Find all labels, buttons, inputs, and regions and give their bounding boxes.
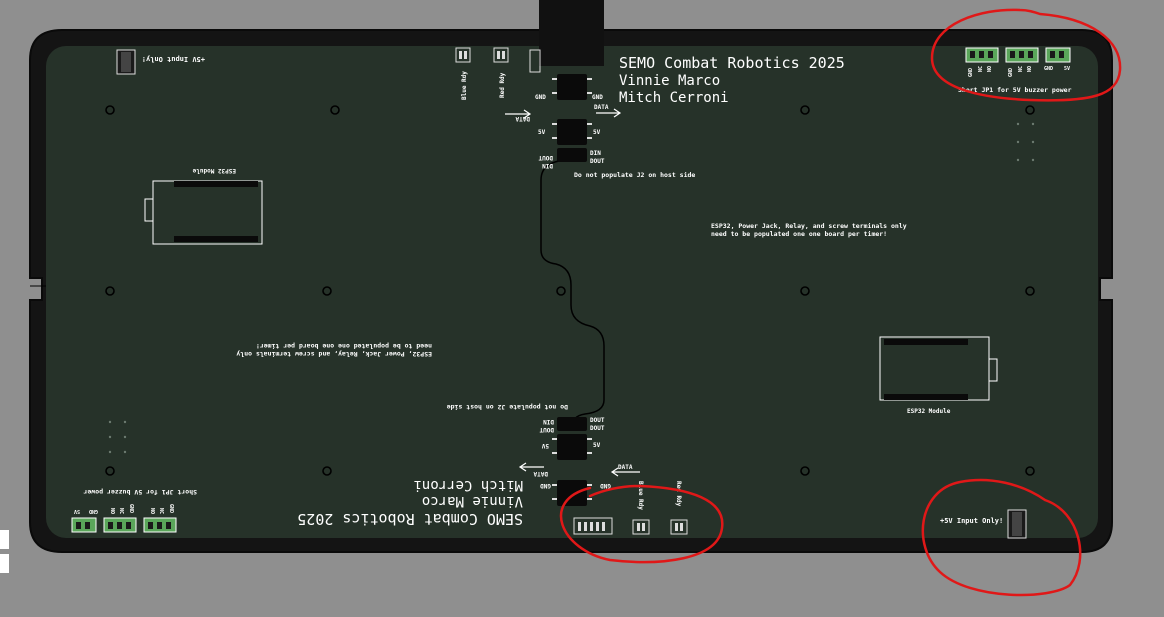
esp32-module-label-top: ESP32 Module [192, 167, 236, 174]
edge-marker-2 [0, 554, 9, 573]
edge-marker-1 [0, 530, 9, 549]
gnd-label-bottom-r: GND [600, 482, 611, 489]
dout-label-bottom-r2: DOUT [590, 425, 605, 432]
term-no-bottom-2: NO [149, 508, 155, 514]
term-5v-bottom: 5V [74, 508, 80, 514]
author2-bottom: Mitch Cerroni [413, 477, 523, 493]
author1-bottom: Vinnie Marco [422, 493, 523, 509]
dout-label-top-r: DOUT [590, 158, 605, 165]
v5-input-only-bottom: +5V Input Only! [940, 517, 1003, 525]
term-no-bottom-1: NO [109, 508, 115, 514]
power-jack-top [116, 49, 136, 75]
term-nc-bottom-1: NC [118, 508, 124, 514]
term-gnd-bottom-3: GND [89, 508, 98, 514]
term-gnd-bottom-2: GND [168, 504, 174, 513]
term-nc-top-1: NC [978, 66, 984, 72]
title-top: SEMO Combat Robotics 2025 [619, 54, 845, 72]
usb-connector [539, 0, 604, 66]
power-jack-bottom [1007, 509, 1027, 539]
no-j2-note-bottom: Do not populate J2 on host side [447, 403, 568, 411]
esp32-module-label-bottom: ESP32 Module [907, 408, 951, 415]
v5-label-bottom-l: 5V [541, 442, 549, 449]
term-5v-top: 5V [1064, 66, 1070, 72]
red-rdy-label-bottom: Red Rdy [675, 481, 682, 507]
dout-label-bottom-l: DOUT [539, 426, 554, 433]
gnd-label-bottom-l: GND [540, 482, 551, 489]
v5-input-only-top: +5V Input Only! [142, 55, 205, 63]
screw-terminals-top [965, 47, 1071, 63]
dout-label-top: DOUT [538, 154, 553, 161]
term-gnd-top-1: GND [968, 68, 974, 77]
author1-top: Vinnie Marco [619, 73, 720, 89]
term-no-top-2: NO [1027, 66, 1033, 72]
title-bottom: SEMO Combat Robotics 2025 [297, 510, 523, 528]
data-label-top-r: DATA [594, 104, 609, 111]
gnd-label-top-r: GND [592, 94, 603, 101]
data-label-bottom-l: DATA [533, 470, 548, 477]
term-nc-top-2: NC [1018, 66, 1024, 72]
data-label-bottom-r: DATA [618, 464, 633, 471]
screw-terminals-bottom [71, 517, 177, 533]
esp32-note-bottom-1: ESP32, Power Jack, Relay, and screw term… [236, 350, 432, 358]
v5-label-top-r: 5V [593, 129, 601, 136]
red-rdy-label: Red Rdy [499, 72, 506, 98]
v5-label-top-l: 5V [538, 129, 546, 136]
esp32-note-bottom-2: need to be populated one one board per t… [256, 342, 432, 350]
no-j2-note-top: Do not populate J2 on host side [574, 171, 695, 179]
term-gnd-top-2: GND [1008, 68, 1014, 77]
short-jp1-bottom: Short JP1 for 5V buzzer power [83, 488, 197, 496]
v5-label-bottom-r: 5V [593, 442, 601, 449]
gnd-label-top-l: GND [535, 94, 546, 101]
term-gnd-bottom-1: GND [128, 504, 134, 513]
dout-label-bottom-r: DOUT [590, 417, 605, 424]
din-label-bottom-l: DIN [543, 418, 554, 425]
term-nc-bottom-2: NC [158, 508, 164, 514]
esp32-note-top-1: ESP32, Power Jack, Relay, and screw term… [711, 222, 907, 230]
din-label-top: DIN [542, 162, 553, 169]
author2-top: Mitch Cerroni [619, 90, 729, 106]
pcb-render: +5V Input Only! Blue Rdy Red Rdy GND GND… [0, 0, 1164, 613]
term-gnd-top-3: GND [1044, 66, 1053, 72]
din-label-top-r: DIN [590, 150, 601, 157]
term-no-top-1: NO [987, 66, 993, 72]
blue-rdy-label: Blue Rdy [461, 71, 468, 100]
esp32-note-top-2: need to be populated one one board per t… [711, 230, 887, 238]
